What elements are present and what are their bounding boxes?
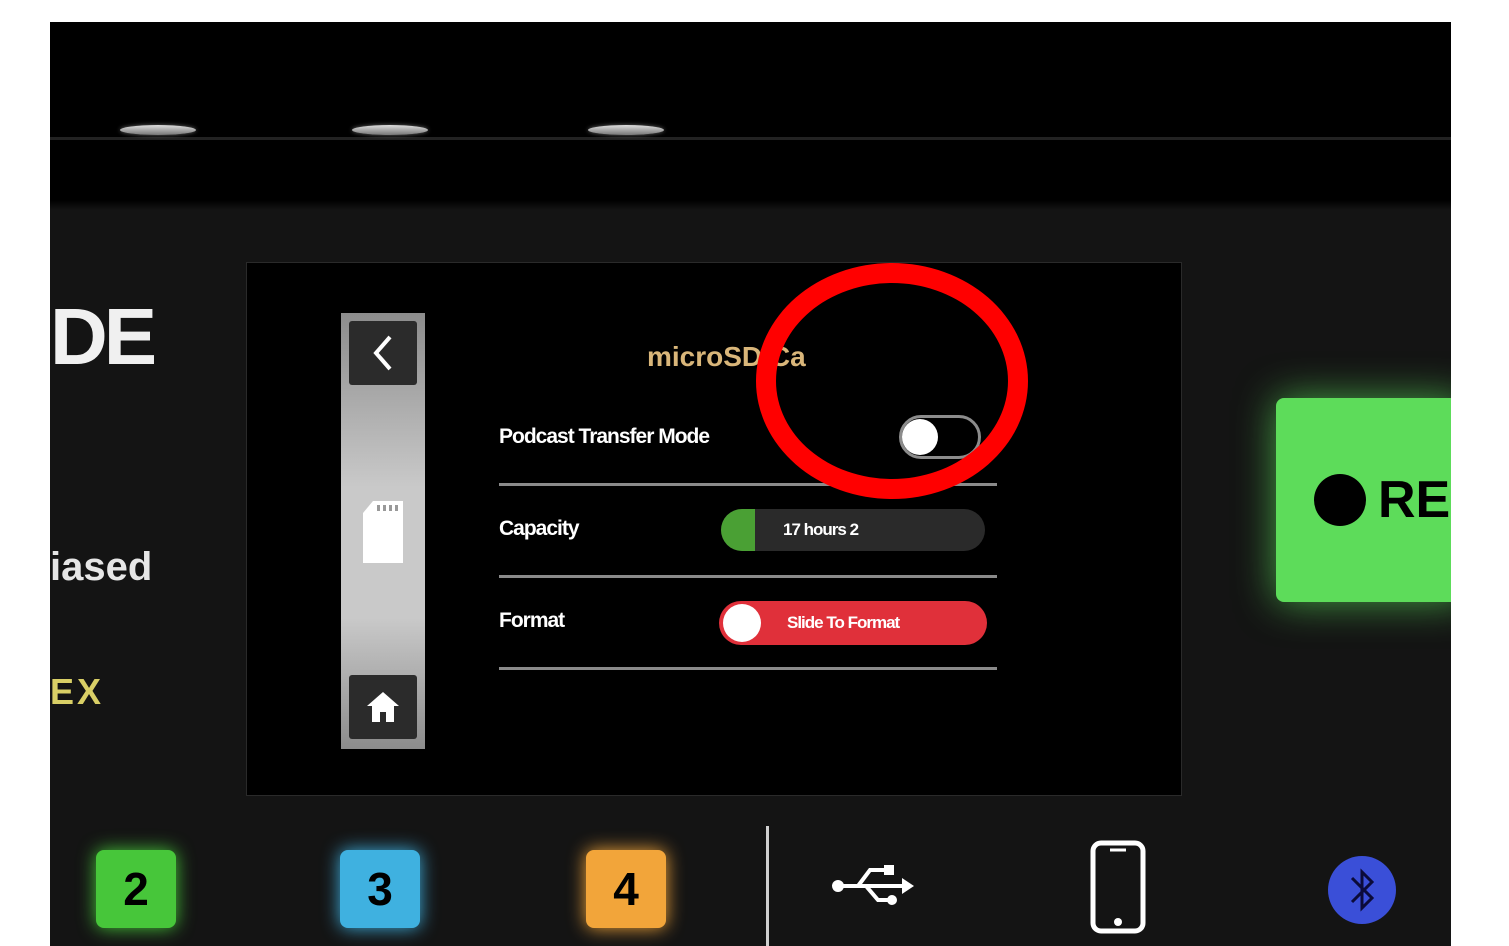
home-button[interactable] xyxy=(349,675,417,739)
row-divider xyxy=(499,575,997,578)
bluetooth-icon[interactable] xyxy=(1326,854,1398,931)
format-label: Format xyxy=(499,609,565,632)
podcast-transfer-label: Podcast Transfer Mode xyxy=(499,425,710,448)
row-divider xyxy=(499,667,997,670)
smartphone-icon[interactable] xyxy=(1090,840,1146,939)
touch-screen: microSD Ca Podcast Transfer Mode Capacit… xyxy=(246,262,1182,796)
pad-4[interactable]: 4 xyxy=(586,850,666,928)
jack-3 xyxy=(588,125,664,135)
pad-2[interactable]: 2 xyxy=(96,850,176,928)
format-slider-knob[interactable] xyxy=(723,604,761,642)
format-slider-text: Slide To Format xyxy=(787,613,900,632)
capacity-fill xyxy=(721,509,756,551)
podcast-device: DE iased EX microSD Ca Podcast Transfer … xyxy=(50,22,1451,946)
bottom-divider xyxy=(766,826,769,946)
top-shadow xyxy=(50,200,1451,210)
jack-1 xyxy=(120,125,196,135)
screen-sidebar xyxy=(341,313,425,749)
top-panel xyxy=(50,22,1451,200)
format-slider[interactable]: Slide To Format xyxy=(719,601,987,645)
jack-2 xyxy=(352,125,428,135)
back-button[interactable] xyxy=(349,321,417,385)
top-edge xyxy=(50,137,1451,140)
capacity-bar: 17 hours 2 xyxy=(721,509,985,551)
capacity-label: Capacity xyxy=(499,517,580,540)
pad-3[interactable]: 3 xyxy=(340,850,420,928)
capacity-value: 17 hours 2 xyxy=(783,520,859,539)
record-label: RE xyxy=(1378,471,1451,529)
sd-card-icon xyxy=(359,499,407,570)
device-tagline: iased xyxy=(50,545,153,589)
home-icon xyxy=(367,692,399,722)
record-button[interactable]: RE xyxy=(1276,398,1451,602)
highlight-circle-annotation xyxy=(756,263,1028,499)
usb-icon[interactable] xyxy=(830,862,914,915)
brand-logo: DE xyxy=(50,292,157,381)
record-dot-icon xyxy=(1314,474,1366,526)
chevron-left-icon xyxy=(373,335,392,371)
model-name: EX xyxy=(50,671,105,712)
